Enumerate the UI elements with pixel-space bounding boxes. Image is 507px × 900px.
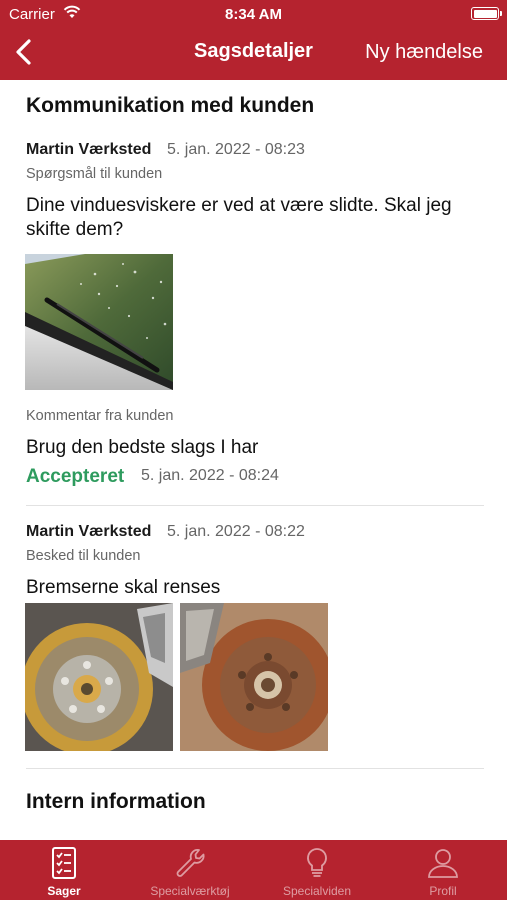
customer-comment: Brug den bedste slags I har [26,437,259,458]
internal-info-title: Intern information [26,790,206,813]
entry-type: Spørgsmål til kunden [26,166,163,182]
tab-label: Profil [429,884,457,898]
entry-type: Besked til kunden [26,548,141,564]
clock: 8:34 AM [225,6,282,23]
divider [26,768,484,769]
entry-author: Martin Værksted [26,141,152,158]
checklist-icon [52,847,76,879]
entry-message: Bremserne skal renses [26,577,221,598]
tab-profil[interactable]: Profil [383,840,503,900]
tab-label: Specialværktøj [150,884,230,898]
person-icon [428,849,458,878]
wiper-photo[interactable] [25,254,173,390]
entry-date: 5. jan. 2022 - 08:23 [167,141,305,158]
case-details-content[interactable]: Kommunikation med kunden Martin Værksted… [0,80,507,840]
status-bar: Carrier 8:34 AM [0,0,507,28]
tab-label: Sager [47,884,81,898]
new-event-button[interactable]: Ny hændelse [365,41,483,64]
brake-disc-photo[interactable] [180,603,328,751]
tab-bar: Sager Specialværktøj Specialviden Profil [0,840,507,900]
lightbulb-icon [307,848,327,877]
communication-title: Kommunikation med kunden [26,94,315,117]
header: Carrier 8:34 AM Sagsdetaljer Ny hændelse [0,0,507,80]
brake-disc-photo[interactable] [25,603,173,751]
tab-sager[interactable]: Sager [4,840,124,900]
tab-specialviden[interactable]: Specialviden [257,840,377,900]
battery-tip [500,11,502,16]
entry-date: 5. jan. 2022 - 08:22 [167,523,305,540]
tab-label: Specialviden [282,884,352,898]
wrench-icon [176,849,205,877]
battery-icon [471,7,499,20]
status-date: 5. jan. 2022 - 08:24 [141,467,279,484]
entry-author: Martin Værksted [26,523,152,540]
tab-specialvaerktoej[interactable]: Specialværktøj [130,840,250,900]
divider [26,505,484,506]
comment-label: Kommentar fra kunden [26,408,174,424]
status-badge: Accepteret [26,466,125,487]
entry-message: Dine vinduesviskere er ved at være slidt… [26,195,452,240]
